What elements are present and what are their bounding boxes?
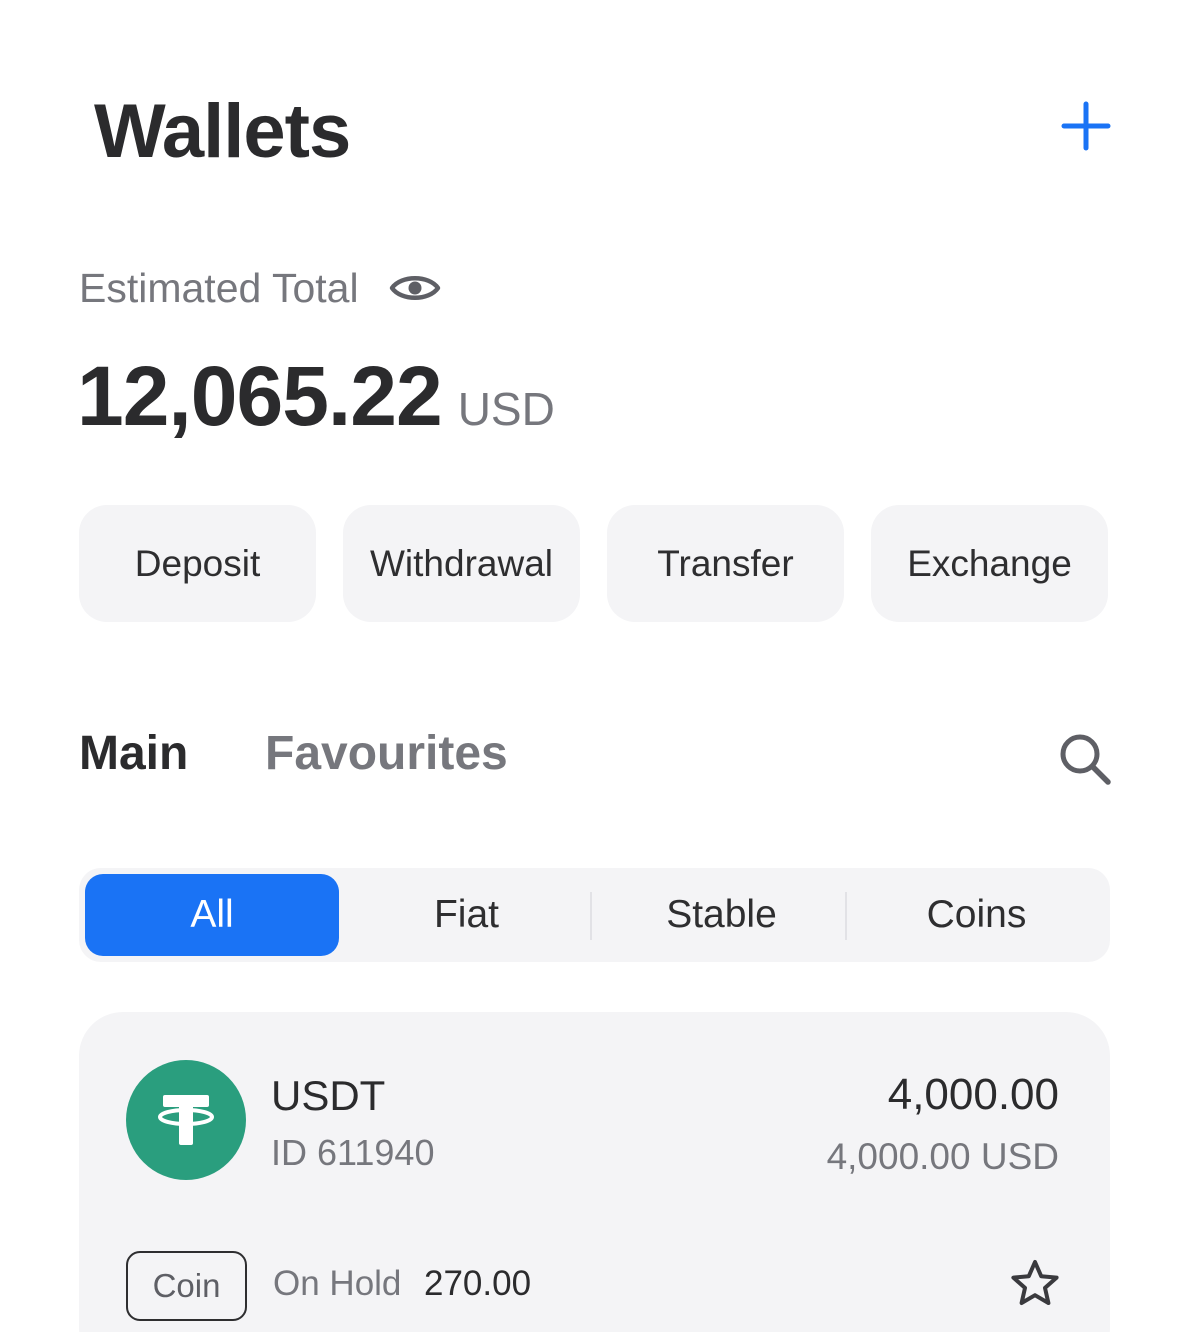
search-button[interactable] — [1056, 730, 1114, 788]
on-hold-label: On Hold — [273, 1264, 402, 1303]
wallet-type-badge: Coin — [126, 1251, 247, 1321]
wallets-screen: Wallets Estimated Total 12,065.22 USD De… — [40, 58, 1156, 1332]
on-hold-value: 270.00 — [424, 1264, 532, 1303]
exchange-button[interactable]: Exchange — [871, 505, 1108, 622]
withdrawal-button[interactable]: Withdrawal — [343, 505, 580, 622]
filter-coins[interactable]: Coins — [849, 868, 1104, 962]
total-currency: USD — [457, 383, 555, 435]
toggle-visibility-button[interactable] — [389, 271, 441, 305]
search-icon — [1060, 734, 1111, 785]
wallet-card-usdt[interactable]: USDT ID 611940 4,000.00 4,000.00 USD Coi… — [79, 1012, 1110, 1332]
estimated-total-label: Estimated Total — [79, 264, 359, 311]
favourite-button[interactable] — [1008, 1257, 1062, 1311]
wallet-balance-usd: 4,000.00 USD — [826, 1136, 1059, 1177]
transfer-button[interactable]: Transfer — [607, 505, 844, 622]
filter-all[interactable]: All — [85, 874, 339, 956]
total-balance: 12,065.22 USD — [77, 348, 555, 445]
tab-main[interactable]: Main — [79, 726, 188, 781]
segment-divider — [590, 892, 592, 940]
star-icon — [1011, 1260, 1059, 1305]
total-amount: 12,065.22 — [77, 349, 443, 443]
wallet-id: ID 611940 — [271, 1132, 435, 1173]
asset-filter-segmented-control: All Fiat Stable Coins — [79, 868, 1110, 962]
filter-stable[interactable]: Stable — [594, 868, 849, 962]
eye-icon — [389, 276, 440, 300]
tab-favourites[interactable]: Favourites — [265, 726, 508, 781]
plus-icon — [1061, 101, 1111, 151]
tether-icon — [126, 1060, 246, 1180]
page-title: Wallets — [94, 89, 351, 174]
deposit-button[interactable]: Deposit — [79, 505, 316, 622]
filter-fiat[interactable]: Fiat — [339, 868, 594, 962]
wallet-symbol: USDT — [271, 1072, 386, 1119]
estimated-total-row: Estimated Total — [79, 263, 441, 313]
segment-divider — [845, 892, 847, 940]
add-wallet-button[interactable] — [1058, 98, 1114, 154]
wallet-balance: 4,000.00 — [887, 1070, 1059, 1119]
